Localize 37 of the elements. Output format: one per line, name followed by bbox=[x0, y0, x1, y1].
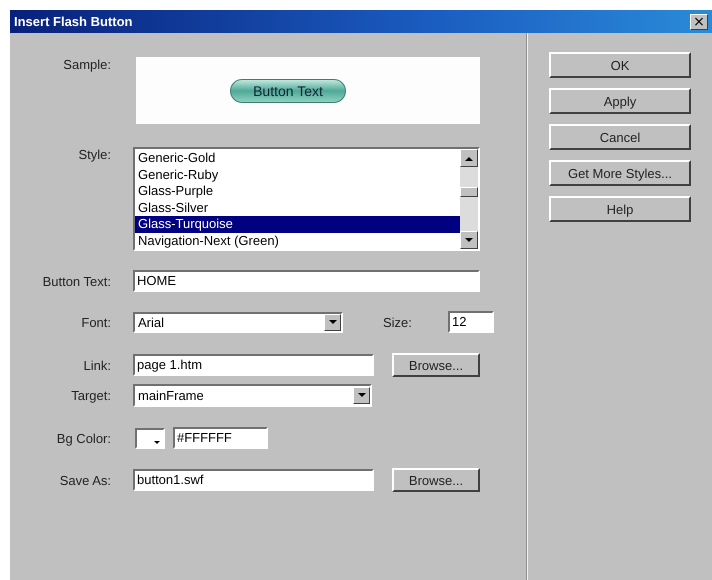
link-field[interactable]: page 1.htm bbox=[133, 354, 374, 376]
list-item[interactable]: Glass-Turquoise bbox=[135, 216, 460, 232]
browse-button[interactable]: Browse... bbox=[392, 353, 480, 377]
file-field[interactable]: button1.swf bbox=[133, 469, 374, 491]
scroll-down-icon[interactable] bbox=[460, 231, 478, 249]
style-list[interactable]: Generic-Gold Generic-Ruby Glass-Purple Glass-Silver Glass-Turquoise Navigation-Next (Green) bbox=[133, 147, 480, 251]
text-field[interactable]: HOME bbox=[133, 270, 480, 292]
field-label: Bg Color: bbox=[56, 430, 112, 446]
field-label: Style: bbox=[77, 147, 112, 162]
field-label: Target: bbox=[70, 388, 112, 403]
field-label: Size: bbox=[383, 314, 413, 330]
field-label: Save As: bbox=[58, 472, 112, 488]
field-label: Sample: bbox=[62, 57, 112, 72]
field-label: Link: bbox=[82, 358, 112, 372]
window-title: Insert Flash Button bbox=[14, 14, 132, 29]
target-dropdown[interactable]: mainFrame bbox=[133, 384, 372, 407]
list-item[interactable]: Generic-Ruby bbox=[135, 166, 460, 183]
scrollbar[interactable] bbox=[460, 149, 478, 249]
list-item[interactable]: Generic-Gold bbox=[135, 150, 460, 166]
dialog-button[interactable]: Apply bbox=[549, 88, 691, 114]
font-dropdown[interactable]: Arial bbox=[133, 312, 343, 332]
size-field[interactable]: 12 bbox=[448, 311, 494, 333]
list-item[interactable]: Glass-Silver bbox=[135, 200, 460, 216]
dialog-button[interactable]: OK bbox=[549, 52, 691, 78]
scroll-up-icon[interactable] bbox=[460, 149, 478, 167]
dialog-button[interactable]: Get More Styles... bbox=[549, 160, 691, 186]
list-item[interactable]: Navigation-Next (Green) bbox=[135, 232, 460, 249]
dialog-button[interactable]: Help bbox=[549, 196, 691, 222]
field-label: Button Text: bbox=[42, 274, 112, 288]
dialog-button[interactable]: Cancel bbox=[549, 124, 691, 150]
scroll-thumb[interactable] bbox=[460, 187, 478, 197]
close-button[interactable]: × bbox=[690, 14, 708, 30]
color-field[interactable]: #FFFFFF bbox=[173, 427, 268, 449]
list-item[interactable]: Glass-Purple bbox=[135, 183, 460, 200]
browse-button[interactable]: Browse... bbox=[392, 468, 480, 492]
color-swatch[interactable] bbox=[135, 428, 165, 448]
field-label: Font: bbox=[80, 314, 112, 330]
